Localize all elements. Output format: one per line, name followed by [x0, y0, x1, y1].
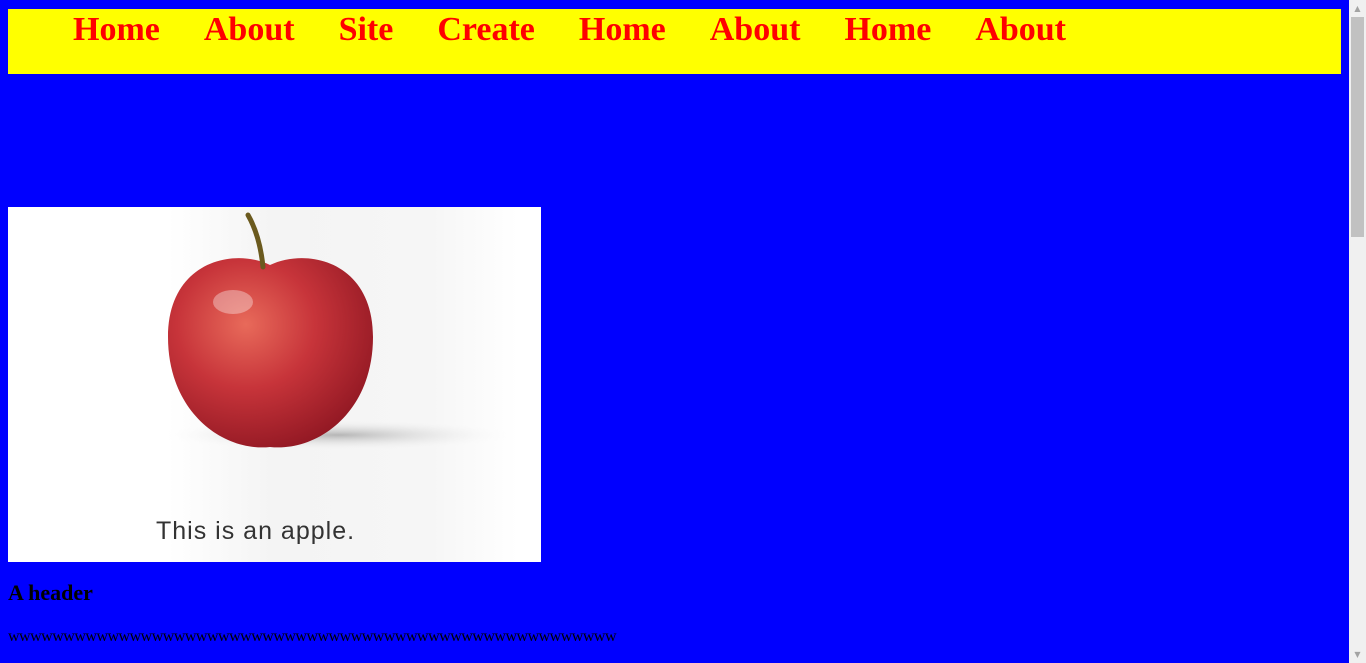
vertical-scrollbar[interactable]: ▲ ▼ — [1349, 0, 1366, 663]
nav-item-create[interactable]: Create — [437, 11, 535, 49]
body-text: wwwwwwwwwwwwwwwwwwwwwwwwwwwwwwwwwwwwwwww… — [8, 628, 617, 645]
section-heading: A header — [8, 580, 93, 605]
nav-item-home-2[interactable]: Home — [579, 11, 666, 49]
nav-item-site[interactable]: Site — [339, 11, 394, 49]
scroll-up-arrow-icon[interactable]: ▲ — [1349, 0, 1366, 17]
nav-list: Home About Site Create Home About Home A… — [8, 9, 1341, 51]
nav-item-about-2[interactable]: About — [710, 11, 801, 49]
nav-item-about[interactable]: About — [204, 11, 295, 49]
nav-item-home[interactable]: Home — [73, 11, 160, 49]
apple-illustration — [158, 207, 518, 562]
page: Home About Site Create Home About Home A… — [0, 0, 1349, 663]
scroll-thumb[interactable] — [1351, 17, 1364, 237]
nav-item-home-3[interactable]: Home — [844, 11, 931, 49]
nav-item-about-3[interactable]: About — [975, 11, 1066, 49]
apple-photo: This is an apple. — [8, 207, 541, 562]
photo-caption: This is an apple. — [156, 517, 356, 545]
top-navbar: Home About Site Create Home About Home A… — [8, 9, 1341, 74]
scroll-down-arrow-icon[interactable]: ▼ — [1349, 646, 1366, 663]
